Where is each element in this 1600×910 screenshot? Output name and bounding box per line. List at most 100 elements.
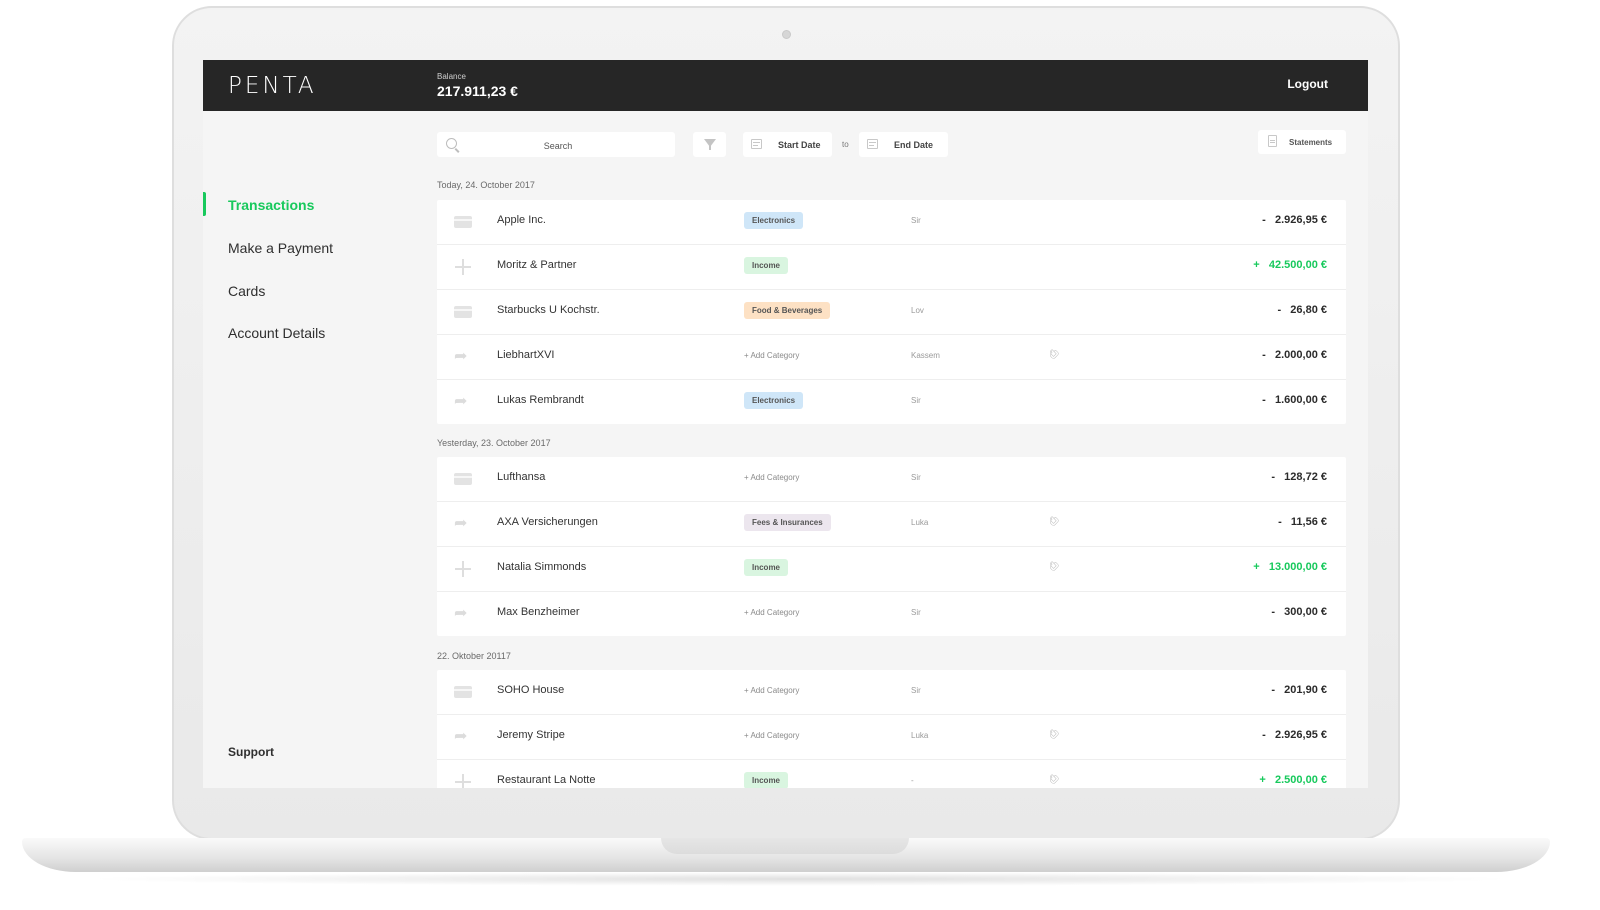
transaction-row[interactable]: Lufthansa + Add Category Sir - 128,72 € [437,457,1346,502]
transaction-group: Lufthansa + Add Category Sir - 128,72 € ➦ AXA… [437,457,1346,636]
transaction-row[interactable]: ➦ LiebhartXVI + Add Category Kassem ⎙ - 2.000… [437,335,1346,380]
transaction-row[interactable]: SOHO House + Add Category Sir - 201,90 € [437,670,1346,715]
paperclip-icon[interactable]: ⎙ [1047,347,1062,362]
transaction-row[interactable]: Apple Inc. Electronics Sir - 2.926,95 € [437,200,1346,245]
transaction-row[interactable]: ➦ Jeremy Stripe + Add Category Luka ⎙ - 2.926… [437,715,1346,760]
category-tag[interactable]: Fees & Insurances [744,514,831,531]
transaction-row[interactable]: ➦ Max Benzheimer + Add Category Sir - 300,00… [437,592,1346,636]
category-tag[interactable]: Income [744,772,789,788]
plus-icon [454,259,472,275]
laptop-notch [661,838,909,854]
paperclip-icon[interactable]: ⎙ [1047,727,1062,742]
category-tag[interactable]: Electronics [744,212,804,229]
transaction-amount: - 201,90 € [1271,684,1327,696]
transaction-person: Lov [911,306,924,315]
add-category-link[interactable]: + Add Category [744,731,799,740]
card-icon [454,472,472,486]
transaction-name: AXA Versicherungen [497,516,598,528]
transaction-row[interactable]: Restaurant La Notte Income - ⎙ + 2.500,00 € [437,760,1346,788]
transaction-person: Luka [911,518,929,527]
transaction-row[interactable]: Natalia Simmonds Income ⎙ + 13.000,00 € [437,547,1346,592]
logo[interactable]: PENTA [228,73,317,99]
transaction-amount: - 2.926,95 € [1262,214,1327,226]
search-input[interactable] [467,132,649,159]
app-screen: PENTA Balance 217.911,23 € Logout Transa… [203,60,1368,788]
sidebar-item-make-a-payment[interactable]: Make a Payment [228,240,333,256]
statements-label: Statements [1289,138,1333,147]
balance-label: Balance [437,72,466,81]
transaction-person: Sir [911,473,921,482]
sidebar-item-account-details[interactable]: Account Details [228,325,325,341]
transaction-person: Sir [911,396,921,405]
end-date-label: End Date [894,140,934,150]
sidebar-item-transactions[interactable]: Transactions [228,197,314,213]
transaction-name: Apple Inc. [497,214,546,226]
transaction-amount: - 300,00 € [1271,606,1327,618]
add-category-link[interactable]: + Add Category [744,608,799,617]
transaction-person: Sir [911,686,921,695]
top-bar: PENTA Balance 217.911,23 € Logout [203,60,1368,111]
transaction-person: Sir [911,608,921,617]
transaction-row[interactable]: ➦ Lukas Rembrandt Electronics Sir - 1.600,00… [437,380,1346,424]
date-group-label: Today, 24. October 2017 [437,180,535,190]
transaction-amount: - 1.600,00 € [1262,394,1327,406]
transaction-amount: - 26,80 € [1277,304,1327,316]
transfer-icon: ➦ [454,393,468,410]
laptop-shadow [80,872,1520,886]
transaction-row[interactable]: ➦ AXA Versicherungen Fees & Insurances Luka… [437,502,1346,547]
category-tag[interactable]: Income [744,559,789,576]
transfer-icon: ➦ [454,515,468,532]
search-icon [446,138,457,149]
transfer-icon: ➦ [454,348,468,365]
date-group-label: 22. Oktober 20117 [437,651,511,661]
transaction-person: - [911,776,914,785]
plus-icon [454,774,472,788]
paperclip-icon[interactable]: ⎙ [1047,514,1062,529]
category-tag[interactable]: Income [744,257,789,274]
balance-value: 217.911,23 € [437,83,518,99]
date-group-label: Yesterday, 23. October 2017 [437,438,551,448]
transaction-amount: - 2.926,95 € [1262,729,1327,741]
filter-icon [704,139,716,150]
logout-button[interactable]: Logout [1287,77,1328,91]
transaction-name: Starbucks U Kochstr. [497,304,600,316]
transaction-amount: + 42.500,00 € [1253,259,1327,271]
card-icon [454,305,472,319]
search-box [437,132,675,159]
support-link[interactable]: Support [228,745,274,759]
transaction-amount: - 128,72 € [1271,471,1327,483]
transaction-amount: + 13.000,00 € [1253,561,1327,573]
start-date-label: Start Date [778,140,821,150]
transaction-amount: - 2.000,00 € [1262,349,1327,361]
transaction-name: Restaurant La Notte [497,774,596,786]
transaction-person: Luka [911,731,929,740]
transaction-name: Lukas Rembrandt [497,394,584,406]
statements-button[interactable]: Statements [1258,130,1346,154]
transaction-name: Jeremy Stripe [497,729,565,741]
transfer-icon: ➦ [454,605,468,622]
calendar-icon [751,139,762,149]
add-category-link[interactable]: + Add Category [744,351,799,360]
sidebar: Transactions Make a Payment Cards Accoun… [203,111,423,788]
filter-button[interactable] [693,132,726,157]
transaction-name: Lufthansa [497,471,546,483]
sidebar-item-cards[interactable]: Cards [228,283,265,299]
plus-icon [454,561,472,577]
paperclip-icon[interactable]: ⎙ [1047,772,1062,787]
category-tag[interactable]: Electronics [744,392,804,409]
add-category-link[interactable]: + Add Category [744,473,799,482]
transaction-row[interactable]: Moritz & Partner Income + 42.500,00 € [437,245,1346,290]
calendar-icon [867,139,878,149]
paperclip-icon[interactable]: ⎙ [1047,559,1062,574]
transaction-group: SOHO House + Add Category Sir - 201,90 € ➦ Je… [437,670,1346,788]
end-date-button[interactable]: End Date [859,132,948,157]
transaction-name: SOHO House [497,684,565,696]
transaction-amount: + 2.500,00 € [1259,774,1327,786]
active-indicator [203,192,206,216]
transaction-name: Moritz & Partner [497,259,577,271]
start-date-button[interactable]: Start Date [743,132,832,157]
add-category-link[interactable]: + Add Category [744,686,799,695]
category-tag[interactable]: Food & Beverages [744,302,831,319]
transaction-row[interactable]: Starbucks U Kochstr. Food & Beverages Lov -… [437,290,1346,335]
transaction-amount: - 11,56 € [1278,516,1327,528]
